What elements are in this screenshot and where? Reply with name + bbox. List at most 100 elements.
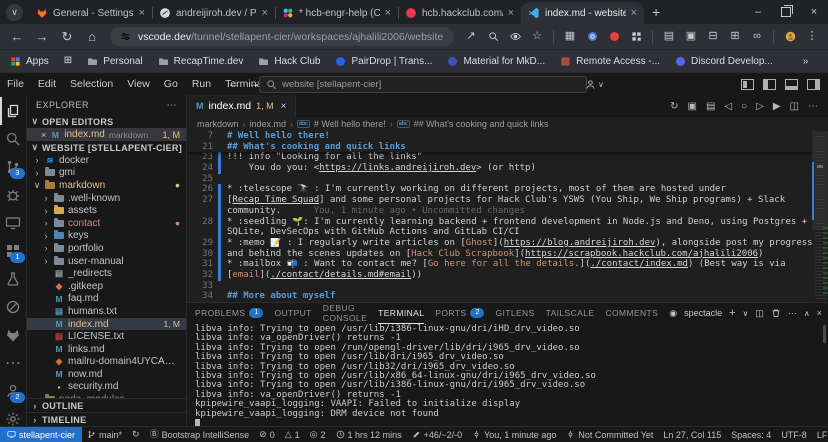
customize-layout-icon[interactable] — [741, 79, 754, 90]
tree-item[interactable]: ∨markdown● — [27, 179, 186, 192]
tree-item[interactable]: ▤LICENSE.txt — [27, 330, 186, 343]
menu-go[interactable]: Go — [157, 78, 185, 90]
editor-tab-index-md[interactable]: M index.md 1, M × — [187, 95, 296, 117]
tab-close-icon[interactable]: × — [385, 7, 391, 19]
gitlab-workflow-icon[interactable] — [0, 321, 26, 349]
command-center-search[interactable]: website [stellapent-cier] — [259, 76, 587, 93]
bookmark-item[interactable]: Personal — [87, 56, 142, 67]
link-icon[interactable]: ∞ — [747, 27, 767, 47]
tree-chevron-icon[interactable]: › — [33, 168, 41, 178]
settings-gear-icon[interactable] — [0, 405, 26, 433]
breadcrumb-item[interactable]: ## What's cooking and quick links — [414, 119, 549, 129]
tree-chevron-icon[interactable]: ∨ — [33, 180, 41, 191]
outline-section[interactable]: ›OUTLINE — [27, 398, 186, 412]
accounts-icon[interactable]: 2 — [0, 377, 26, 405]
status-item-spaces-4[interactable]: Spaces: 4 — [726, 427, 776, 442]
prev-change-icon[interactable]: ◁ — [724, 101, 732, 112]
breadcrumb-item[interactable]: index.md — [250, 119, 287, 129]
panel-tab-debug-console[interactable]: DEBUG CONSOLE — [323, 303, 367, 324]
terminal[interactable]: libva info: Trying to open /usr/lib/i386… — [187, 323, 828, 426]
address-bar[interactable]: vscode.dev/tunnel/stellapent-cier/worksp… — [110, 27, 454, 46]
bookmark-item[interactable]: Discord Develop... — [675, 56, 773, 67]
tree-chevron-icon[interactable]: › — [33, 155, 41, 165]
compare-icon[interactable]: ○ — [741, 101, 747, 112]
extensions-puzzle-icon[interactable] — [626, 27, 646, 47]
status-item-you-1-minute-ago[interactable]: You, 1 minute ago — [467, 427, 561, 442]
adblock-icon[interactable] — [604, 27, 624, 47]
browser-tab[interactable]: index.md - website [stella× — [521, 2, 644, 24]
panel-tab-tailscale[interactable]: TAILSCALE — [546, 303, 595, 324]
testing-flask-icon[interactable] — [0, 265, 26, 293]
breadcrumb-item[interactable]: # Well hello there! — [314, 119, 386, 129]
status-item-1-hrs-12-mins[interactable]: 1 hrs 12 mins — [331, 427, 407, 442]
status-item[interactable]: ↻ — [127, 427, 145, 442]
files-icon[interactable] — [0, 97, 26, 125]
run-icon[interactable]: ▶ — [773, 101, 781, 112]
bookmark-item[interactable]: Material for MkD... — [447, 56, 545, 67]
share-icon[interactable]: ↗ — [461, 27, 481, 47]
workspace-section[interactable]: ∨WEBSITE [STELLAPENT-CIER] — [27, 141, 186, 154]
open-editor-item[interactable]: × M index.md markdown 1, M — [27, 128, 186, 141]
more-icon[interactable]: ⋯ — [0, 349, 26, 377]
live-share-icon[interactable] — [0, 293, 26, 321]
print-icon[interactable]: ⊟ — [703, 27, 723, 47]
menu-kebab-icon[interactable]: ⋮ — [802, 27, 822, 47]
open-preview-icon[interactable]: ▣ — [687, 101, 696, 112]
close-panel-icon[interactable]: × — [817, 308, 822, 318]
panel-tab-output[interactable]: OUTPUT — [274, 303, 311, 324]
tree-chevron-icon[interactable]: › — [42, 243, 50, 253]
tree-item[interactable]: ›assets — [27, 204, 186, 217]
tab-grid-icon[interactable]: ⊞ — [725, 27, 745, 47]
tree-chevron-icon[interactable]: › — [42, 256, 50, 266]
bookmark-star-icon[interactable]: ☆ — [527, 27, 547, 47]
restore-button[interactable] — [772, 0, 800, 24]
tab-close-icon[interactable]: × — [139, 7, 145, 19]
open-editors-section[interactable]: ∨OPEN EDITORS — [27, 115, 186, 128]
open-changes-icon[interactable]: ▤ — [706, 101, 715, 112]
browser-tab[interactable]: * hcb-engr-help (Channel× — [275, 2, 398, 24]
tree-item[interactable]: ›.well-known — [27, 192, 186, 205]
menu-view[interactable]: View — [120, 78, 157, 90]
panel-more-icon[interactable]: ⋯ — [788, 308, 797, 319]
timeline-section[interactable]: ›TIMELINE — [27, 412, 186, 426]
tab-close-icon[interactable]: × — [262, 7, 268, 19]
status-item-bootstrap-intellisense[interactable]: ⒷBootstrap IntelliSense — [145, 427, 255, 442]
status-item-0[interactable]: ⊘0 — [254, 427, 280, 442]
views-more-icon[interactable]: ⋯ — [167, 100, 178, 111]
bookmark-item[interactable]: Hack Club — [258, 56, 320, 67]
back-icon[interactable]: ← — [6, 27, 28, 47]
tree-item[interactable]: ›contact● — [27, 217, 186, 230]
onepassword-icon[interactable] — [582, 27, 602, 47]
reading-list-icon[interactable]: ▤ — [659, 27, 679, 47]
close-icon[interactable]: × — [281, 101, 287, 112]
tree-item[interactable]: ›user-manual — [27, 255, 186, 268]
tree-chevron-icon[interactable]: › — [42, 218, 50, 228]
bookmarks-overflow-icon[interactable]: » — [803, 56, 809, 67]
site-settings-icon[interactable] — [120, 31, 131, 42]
toggle-panel-icon[interactable] — [785, 79, 798, 90]
tree-item[interactable]: Mfaq.md — [27, 293, 186, 306]
new-tab-button[interactable]: + — [652, 4, 660, 20]
account-menu-button[interactable]: ∨ — [585, 79, 604, 90]
more-actions-icon[interactable]: ⋯ — [808, 101, 818, 112]
menu-run[interactable]: Run — [185, 78, 218, 90]
toggle-sidebar-icon[interactable] — [763, 79, 776, 90]
tree-item[interactable]: Mindex.md1, M — [27, 318, 186, 331]
search-icon[interactable] — [0, 125, 26, 153]
new-terminal-icon[interactable]: + — [729, 307, 735, 319]
tree-item[interactable]: Mlinks.md — [27, 343, 186, 356]
bookmark-item[interactable]: ⊞ — [64, 56, 72, 66]
forward-icon[interactable]: → — [31, 27, 53, 47]
terminal-scrollbar[interactable] — [823, 325, 826, 343]
run-debug-icon[interactable] — [0, 181, 26, 209]
code-editor[interactable]: 7# Well hello there!21## What's cooking … — [187, 131, 828, 302]
status-item-2[interactable]: ◎2 — [305, 427, 331, 442]
browser-tab[interactable]: General - Settings - Andrei× — [29, 2, 152, 24]
tree-chevron-icon[interactable]: › — [42, 193, 50, 203]
eye-icon[interactable] — [505, 27, 525, 47]
kill-terminal-icon[interactable] — [771, 308, 781, 318]
panel-tab-problems[interactable]: PROBLEMS1 — [195, 303, 263, 324]
extensions-icon[interactable]: 1 — [0, 237, 26, 265]
find-icon[interactable] — [483, 27, 503, 47]
status-item-lf[interactable]: LF — [812, 427, 828, 442]
